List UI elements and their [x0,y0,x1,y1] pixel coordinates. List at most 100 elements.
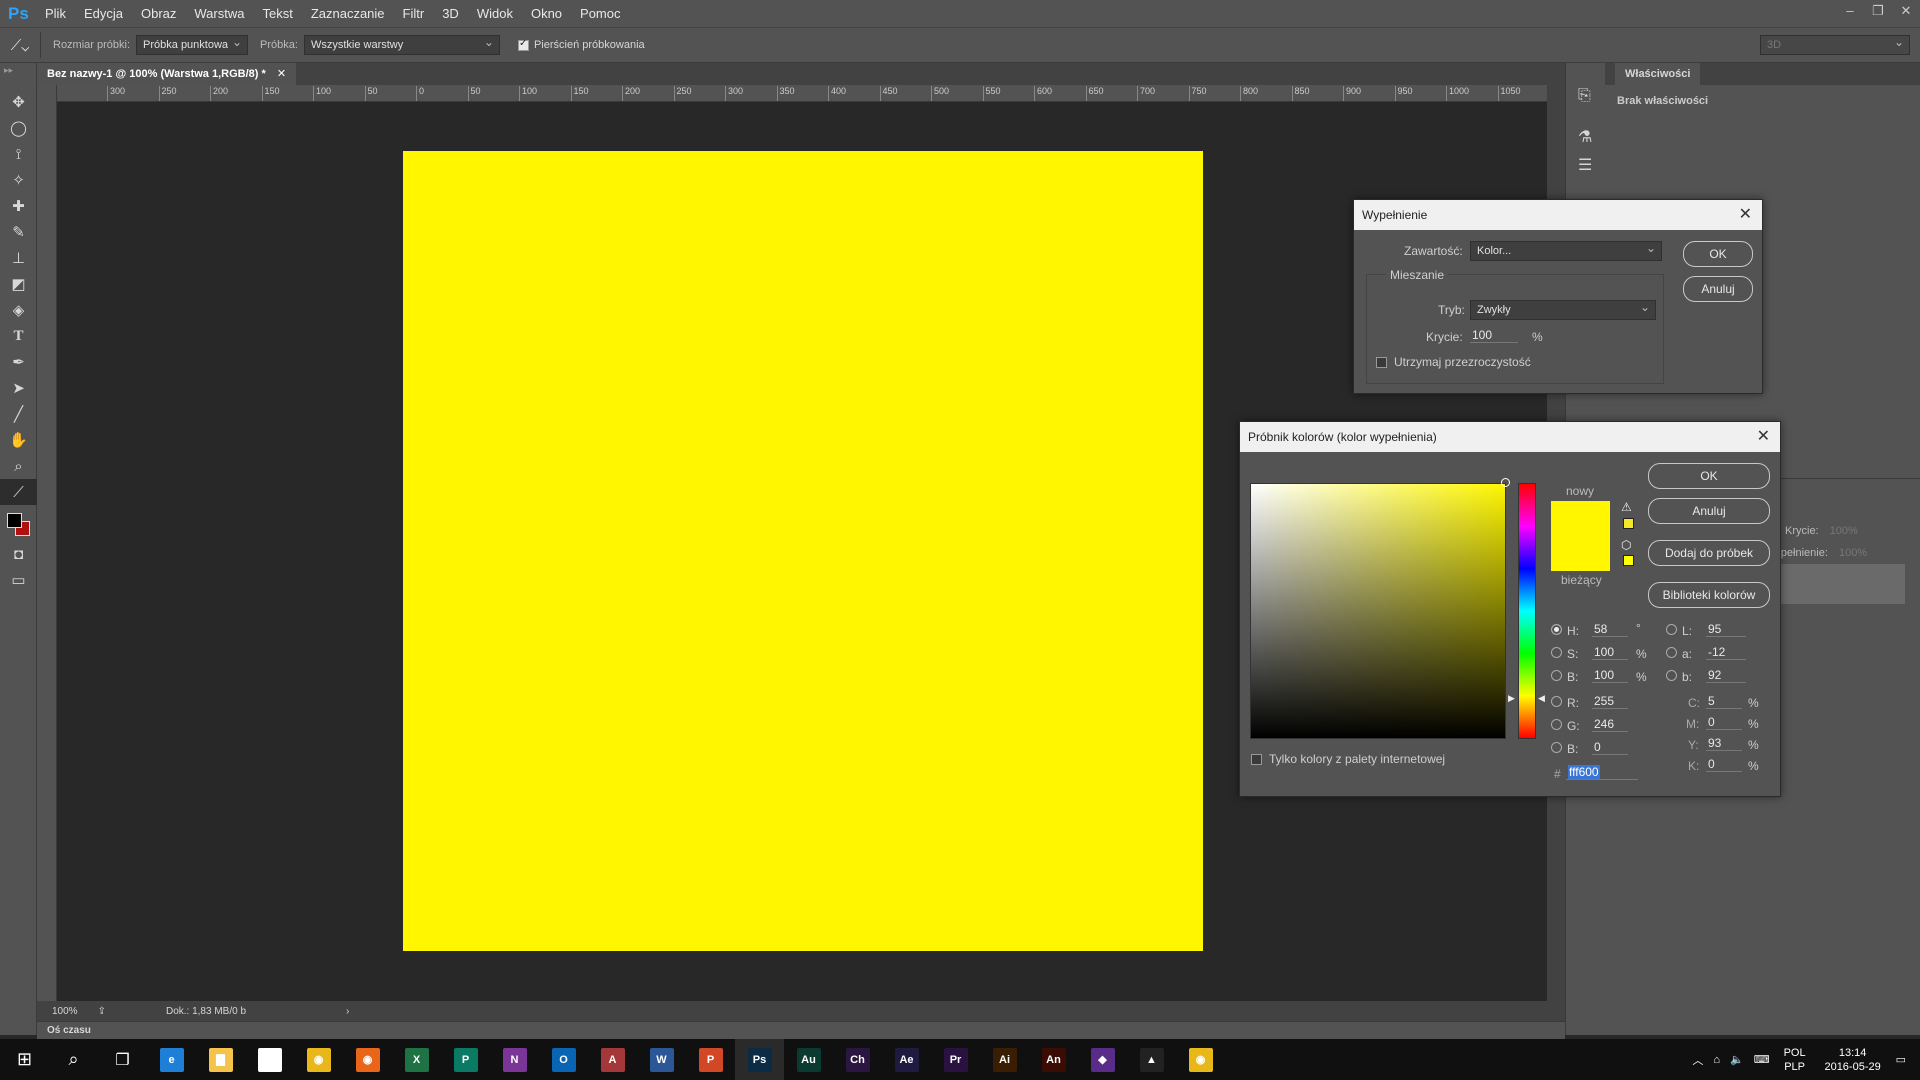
taskbar-app[interactable]: Au [784,1039,833,1080]
m-input[interactable]: 0 [1706,715,1742,730]
task-view-button[interactable]: ❐ [98,1039,147,1080]
blue-input[interactable]: 0 [1592,740,1628,755]
close-icon[interactable]: ✕ [1757,422,1770,452]
opacity-input[interactable]: 100 [1470,328,1518,343]
taskbar-app[interactable]: An [1029,1039,1078,1080]
y-input[interactable]: 93 [1706,736,1742,751]
properties-tab[interactable]: Właściwości [1615,63,1701,85]
properties-icon[interactable]: ☰ [1578,155,1592,175]
l-radio[interactable] [1666,624,1677,635]
taskbar-app[interactable]: A [588,1039,637,1080]
taskbar-app[interactable]: ◉ [1176,1039,1225,1080]
fill-ok-button[interactable]: OK [1683,241,1753,267]
taskbar-app[interactable]: Ch [833,1039,882,1080]
adjustments-icon[interactable]: ⚗ [1578,127,1592,147]
layer-opacity-value[interactable]: 100% [1830,525,1858,537]
lab-b-input[interactable]: 92 [1706,668,1746,683]
taskbar-app[interactable]: ▲ [1127,1039,1176,1080]
toolbar-collapse-icon[interactable]: ▸▸ [0,63,36,89]
menu-select[interactable]: Zaznaczanie [302,0,394,27]
workspace-select[interactable]: 3D [1760,33,1910,55]
menu-help[interactable]: Pomoc [571,0,629,27]
zoom-level[interactable]: 100% [52,1006,78,1017]
color-swatches[interactable] [0,505,36,541]
hue-slider-right-arrow[interactable]: ◀ [1538,693,1545,704]
taskbar-app[interactable]: ◆ [1078,1039,1127,1080]
menu-layer[interactable]: Warstwa [185,0,253,27]
path-select-tool-icon[interactable]: ➤ [0,375,37,401]
taskbar-app[interactable]: e [147,1039,196,1080]
menu-view[interactable]: Widok [468,0,522,27]
menu-window[interactable]: Okno [522,0,571,27]
network-icon[interactable]: ⌂ [1713,1054,1720,1066]
gamut-warning-icon[interactable]: ⚠ [1621,500,1632,514]
document-tab[interactable]: Bez nazwy-1 @ 100% (Warstwa 1,RGB/8) * ✕ [37,63,297,85]
taskbar-app[interactable]: Ps [735,1039,784,1080]
lasso-tool-icon[interactable]: ⟟ [0,141,37,167]
l-input[interactable]: 95 [1706,622,1746,637]
quick-mask-icon[interactable]: ◘ [0,541,37,567]
healing-tool-icon[interactable]: ✚ [0,193,37,219]
sampling-ring-checkbox[interactable] [517,38,529,51]
hue-slider[interactable] [1518,483,1536,739]
menu-type[interactable]: Tekst [253,0,301,27]
taskbar-app[interactable]: Pr [931,1039,980,1080]
taskbar-app[interactable]: P [686,1039,735,1080]
hand-tool-icon[interactable]: ✋ [0,427,37,453]
notifications-icon[interactable]: ▭ [1896,1053,1906,1066]
history-icon[interactable]: ⎘ [1578,87,1591,105]
contents-select[interactable]: Kolor... [1470,239,1662,261]
blue-radio[interactable] [1551,742,1562,753]
taskbar-app[interactable]: Ae [882,1039,931,1080]
menu-image[interactable]: Obraz [132,0,185,27]
document-canvas[interactable] [403,151,1203,951]
sample-size-select[interactable]: Próbka punktowa [136,33,249,55]
r-radio[interactable] [1551,696,1562,707]
k-input[interactable]: 0 [1706,757,1742,772]
move-tool-icon[interactable]: ✥ [0,89,37,115]
timeline-panel[interactable]: Oś czasu [37,1021,1565,1039]
color-field-marker[interactable] [1501,478,1510,487]
volume-icon[interactable]: 🔈 [1730,1053,1744,1066]
clock[interactable]: 13:14 2016-05-29 [1820,1046,1886,1074]
zoom-tool-icon[interactable]: ⌕ [0,453,37,479]
close-icon[interactable]: ✕ [1739,200,1752,230]
a-input[interactable]: -12 [1706,645,1746,660]
taskbar-app[interactable]: O [539,1039,588,1080]
bucket-tool-icon[interactable]: ◈ [0,297,37,323]
picker-cancel-button[interactable]: Anuluj [1648,498,1770,524]
b-radio[interactable] [1551,670,1562,681]
taskbar-app[interactable]: ▣ [245,1039,294,1080]
web-safe-icon[interactable]: ⬡ [1621,538,1631,552]
taskbar-app[interactable]: ▇ [196,1039,245,1080]
eyedropper-tool-icon[interactable]: ⟋ [0,479,37,505]
web-colors-only-checkbox[interactable] [1251,754,1262,765]
add-to-swatches-button[interactable]: Dodaj do próbek [1648,540,1770,566]
mode-select[interactable]: Zwykły [1470,298,1656,320]
taskbar-app[interactable]: ◉ [343,1039,392,1080]
taskbar-app[interactable]: Ai [980,1039,1029,1080]
search-button[interactable]: ⌕ [49,1039,98,1080]
h-radio[interactable] [1551,624,1562,635]
web-safe-swatch[interactable] [1623,555,1634,566]
keyboard-icon[interactable]: ⌨ [1754,1053,1770,1066]
g-input[interactable]: 246 [1592,717,1628,732]
restore-icon[interactable]: ❐ [1864,0,1892,27]
menu-filter[interactable]: Filtr [394,0,434,27]
close-tab-icon[interactable]: ✕ [277,68,286,80]
current-color-swatch[interactable] [1551,536,1610,571]
s-input[interactable]: 100 [1592,645,1628,660]
export-icon[interactable]: ⇪ [98,1006,106,1017]
eraser-tool-icon[interactable]: ◩ [0,271,37,297]
fill-cancel-button[interactable]: Anuluj [1683,276,1753,302]
menu-edit[interactable]: Edycja [75,0,132,27]
close-icon[interactable]: ✕ [1892,0,1920,27]
hex-input[interactable]: fff600 [1566,765,1638,780]
type-tool-icon[interactable]: T [0,323,37,349]
s-radio[interactable] [1551,647,1562,658]
gamut-swatch[interactable] [1623,518,1634,529]
sample-select[interactable]: Wszystkie warstwy [303,33,500,55]
taskbar-app[interactable]: P [441,1039,490,1080]
eyedropper-icon[interactable]: ⟋⌄ [0,37,40,54]
menu-3d[interactable]: 3D [433,0,468,27]
